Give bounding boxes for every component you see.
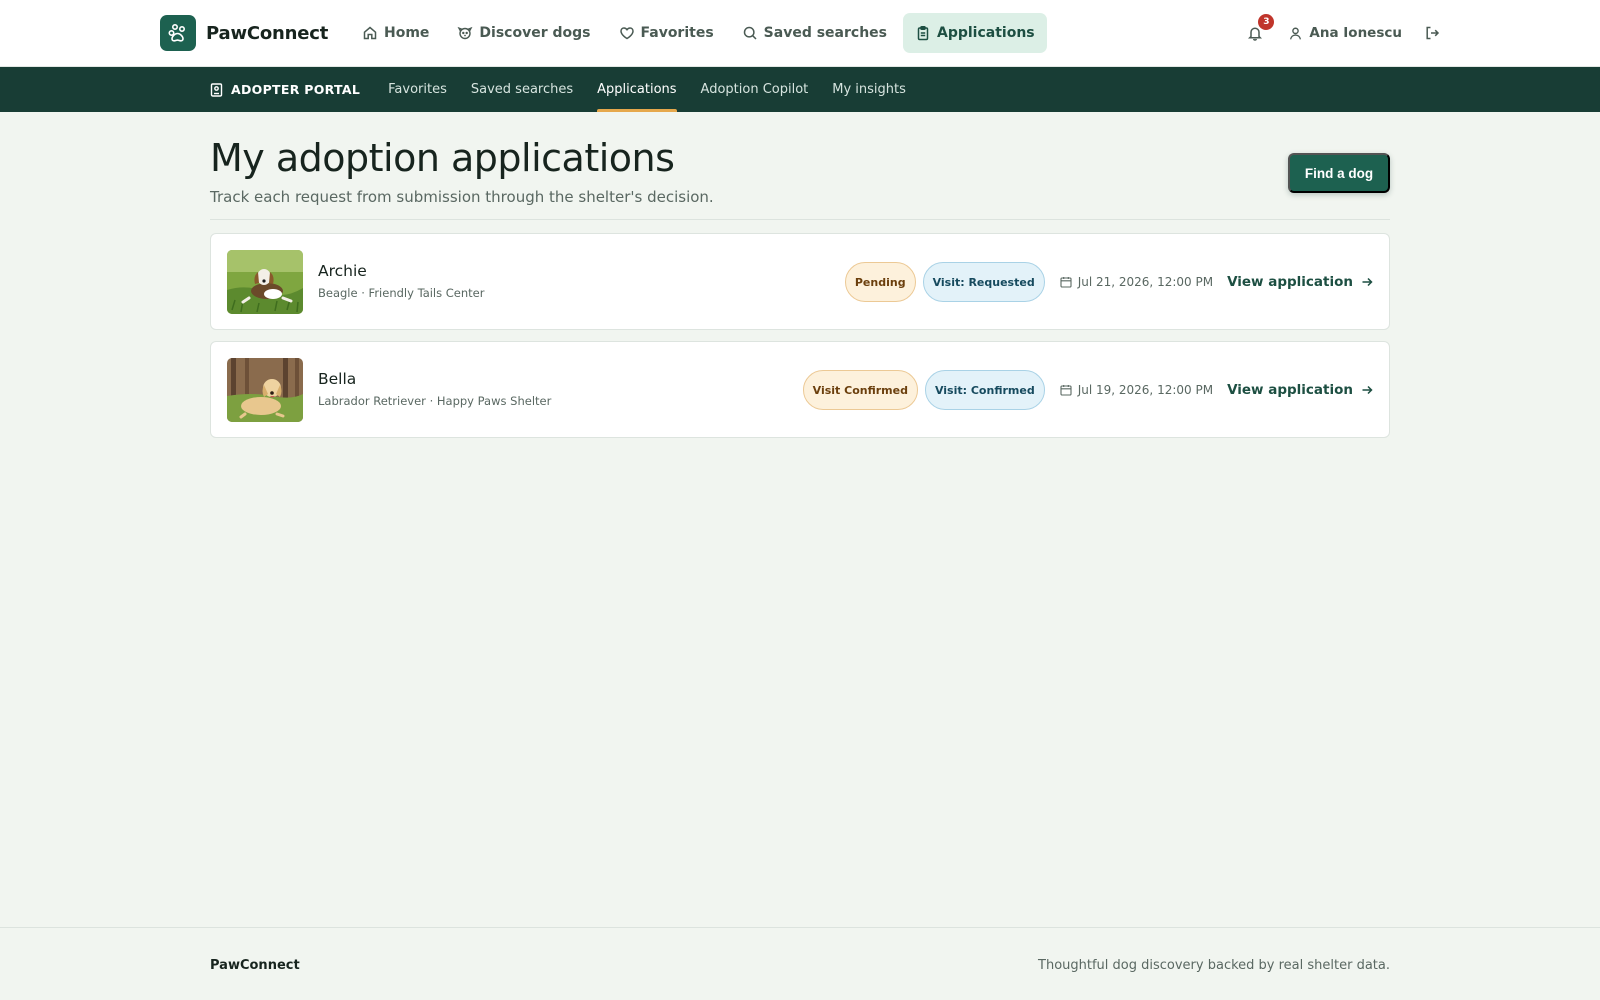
find-a-dog-button[interactable]: Find a dog — [1288, 153, 1390, 193]
dog-photo-archie[interactable] — [227, 250, 303, 314]
notifications-badge: 3 — [1258, 14, 1275, 30]
dog-name: Bella — [318, 370, 357, 388]
footer: PawConnect Thoughtful dog discovery back… — [0, 927, 1600, 1000]
portal-title: ADOPTER PORTAL — [210, 82, 360, 97]
application-date: Jul 21, 2026, 12:00 PM — [1060, 275, 1213, 289]
dog-icon — [457, 26, 473, 40]
page-title: My adoption applications — [210, 136, 675, 180]
brand-logo[interactable]: PawConnect — [160, 15, 328, 51]
application-card: Bella Labrador Retriever · Happy Paws Sh… — [210, 341, 1390, 438]
dog-name: Archie — [318, 262, 367, 280]
footer-brand: PawConnect — [210, 958, 300, 973]
dog-photo-bella[interactable] — [227, 358, 303, 422]
dog-breed-shelter: Labrador Retriever · Happy Paws Shelter — [318, 394, 552, 408]
logout-button[interactable] — [1424, 25, 1440, 41]
application-date-text: Jul 19, 2026, 12:00 PM — [1077, 383, 1214, 397]
application-date-text: Jul 21, 2026, 12:00 PM — [1077, 275, 1214, 289]
dog-breed-shelter: Beagle · Friendly Tails Center — [318, 286, 485, 300]
nav-saved-searches[interactable]: Saved searches — [730, 13, 899, 53]
status-badge: Visit Confirmed — [802, 370, 918, 410]
portal-title-label: ADOPTER PORTAL — [231, 82, 361, 97]
application-status-area: Visit Confirmed Visit: Confirmed Jul 19,… — [802, 370, 1373, 410]
calendar-icon — [1060, 277, 1072, 288]
arrow-right-icon — [1362, 385, 1373, 395]
subnav-favorites[interactable]: Favorites — [388, 67, 447, 112]
nav-favorites[interactable]: Favorites — [607, 13, 726, 53]
brand-name: PawConnect — [206, 22, 329, 44]
view-application-link[interactable]: View application — [1227, 382, 1373, 398]
nav-applications-label: Applications — [937, 25, 1035, 41]
arrow-right-icon — [1362, 277, 1373, 287]
main-nav: Home Discover dogs Favorites Saved searc… — [350, 13, 1047, 53]
home-icon — [363, 26, 377, 40]
view-application-link[interactable]: View application — [1227, 274, 1373, 290]
portal-subnav: ADOPTER PORTAL Favorites Saved searches … — [0, 67, 1600, 112]
notifications-button[interactable]: 3 — [1244, 14, 1275, 44]
nav-right: 3 Ana Ionescu — [1244, 13, 1440, 53]
nav-discover-label: Discover dogs — [479, 25, 591, 41]
subnav-my-insights[interactable]: My insights — [832, 67, 906, 112]
subnav-adoption-copilot[interactable]: Adoption Copilot — [701, 67, 809, 112]
portal-subnav-inner: ADOPTER PORTAL Favorites Saved searches … — [210, 67, 930, 112]
user-icon — [1290, 27, 1302, 39]
search-icon — [743, 26, 757, 40]
calendar-icon — [1060, 385, 1072, 396]
nav-saved-label: Saved searches — [763, 25, 887, 41]
nav-home-label: Home — [384, 25, 430, 41]
nav-home[interactable]: Home — [350, 13, 441, 53]
logout-icon — [1426, 26, 1440, 40]
status-badge: Pending — [844, 262, 916, 302]
user-name: Ana Ionescu — [1309, 25, 1402, 41]
subnav-saved-searches[interactable]: Saved searches — [471, 67, 573, 112]
visit-badge: Visit: Requested — [922, 262, 1045, 302]
page-subtitle: Track each request from submission throu… — [210, 188, 714, 206]
application-status-area: Pending Visit: Requested Jul 21, 2026, 1… — [844, 262, 1373, 302]
view-application-label: View application — [1227, 382, 1353, 398]
nav-applications[interactable]: Applications — [903, 13, 1047, 53]
visit-badge: Visit: Confirmed — [924, 370, 1045, 410]
clipboard-icon — [917, 26, 929, 41]
application-card: Archie Beagle · Friendly Tails Center Pe… — [210, 233, 1390, 330]
badge-icon — [210, 82, 223, 97]
top-navigation: PawConnect Home Discover dogs Favorites … — [0, 0, 1600, 67]
header-divider — [210, 219, 1390, 220]
heart-icon — [619, 27, 634, 40]
view-application-label: View application — [1227, 274, 1353, 290]
application-date: Jul 19, 2026, 12:00 PM — [1060, 383, 1213, 397]
paw-icon — [160, 15, 196, 51]
subnav-applications[interactable]: Applications — [597, 67, 677, 112]
nav-discover-dogs[interactable]: Discover dogs — [445, 13, 602, 53]
user-menu[interactable]: Ana Ionescu — [1288, 25, 1402, 41]
footer-tagline: Thoughtful dog discovery backed by real … — [1038, 958, 1390, 973]
nav-favorites-label: Favorites — [640, 25, 714, 41]
